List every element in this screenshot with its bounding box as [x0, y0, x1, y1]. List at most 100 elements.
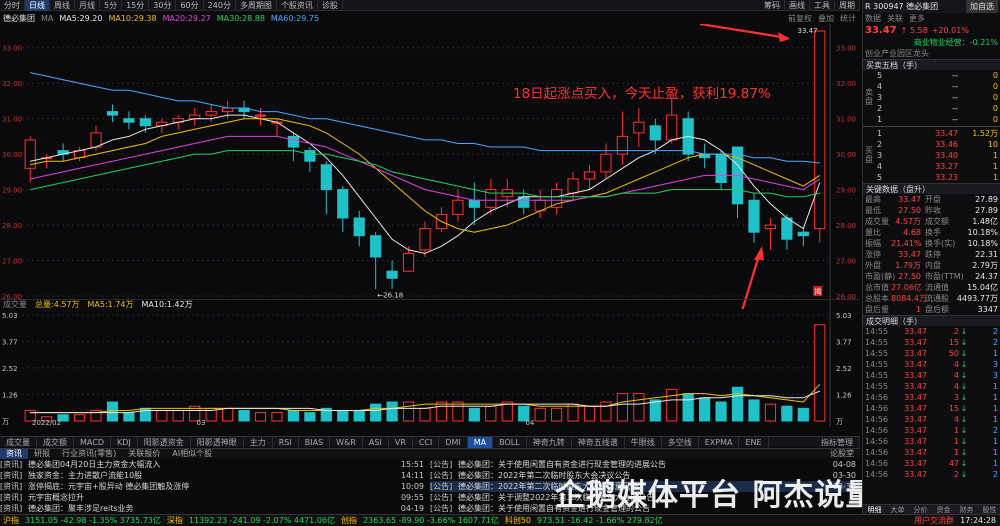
period-tab[interactable]: 周线: [50, 0, 75, 11]
quote-label: 盘后量: [865, 305, 889, 314]
toolbar-right-button[interactable]: 画线: [785, 0, 810, 11]
chart-option-button[interactable]: 统计: [840, 13, 856, 24]
buy-level: 2 33.46 10: [863, 139, 1000, 150]
level-num: 1: [877, 115, 883, 124]
more-button[interactable]: 更多: [909, 13, 925, 24]
period-tab[interactable]: 个股资讯: [277, 0, 318, 11]
level-volume: 1.52万: [972, 129, 998, 138]
detail-tab[interactable]: 明细: [863, 505, 886, 514]
period-tab[interactable]: 日线: [25, 0, 50, 11]
level-price: --: [952, 104, 958, 113]
candlestick-chart[interactable]: 33.00 33.00 32.00 32.00 31.00 31.00 30.00 30.00…: [0, 24, 860, 320]
indicator-tab[interactable]: ENE: [739, 436, 769, 448]
news-item[interactable]: [资讯] 德必集团04月20日主力资金大幅流入 15:51: [0, 459, 428, 470]
period-tab[interactable]: 诊股: [318, 0, 343, 11]
indicator-tab[interactable]: MACD: [74, 436, 111, 448]
period-tab[interactable]: 多周期图: [236, 0, 277, 11]
news-item[interactable]: [资讯] 涨停揭底：元宇宙+股异动 德必集团触及涨停 10:09: [0, 481, 428, 492]
period-tab[interactable]: 分时: [0, 0, 25, 11]
indicator-tab[interactable]: W&R: [330, 436, 363, 448]
quote-row: 盘后量 1 盘后额 3347: [863, 304, 1000, 315]
indicator-tab[interactable]: 牛眼线: [625, 436, 662, 448]
indicator-tab[interactable]: EXPMA: [699, 436, 740, 448]
indicator-tab[interactable]: BIAS: [299, 436, 331, 448]
period-tab[interactable]: 240分: [204, 0, 236, 11]
volume-bar: [534, 407, 546, 422]
stock-title: R 300947 德必集团: [865, 2, 939, 11]
detail-tab[interactable]: 分价: [909, 505, 932, 514]
period-tab[interactable]: 5分: [100, 0, 123, 11]
detail-tab[interactable]: 资金: [932, 505, 955, 514]
indicator-tab[interactable]: 阳影透资金: [138, 436, 191, 448]
index-value: 3151.05 -42.98 -1.35% 3735.73亿: [25, 515, 161, 525]
news-tab[interactable]: 关联报价: [122, 449, 166, 459]
news-tab[interactable]: 研报: [28, 449, 56, 459]
period-tab[interactable]: 60分: [176, 0, 204, 11]
indicator-manage-button[interactable]: 指标管理: [815, 436, 860, 448]
indicator-tab[interactable]: KDJ: [111, 436, 138, 448]
indicator-tab[interactable]: 主力: [244, 436, 273, 448]
toolbar-right-button[interactable]: 工具: [810, 0, 835, 11]
indicator-tab[interactable]: CCI: [413, 436, 440, 448]
period-tab[interactable]: 30分: [149, 0, 177, 11]
news-tab[interactable]: 行业资讯(零售): [56, 449, 122, 459]
volume-axis-right: 1.26: [836, 391, 852, 399]
news-tag: [资讯]: [0, 460, 23, 469]
axis-label-left: 28.00: [2, 222, 22, 230]
chart-option-button[interactable]: 前复权: [788, 13, 812, 24]
user-group-link[interactable]: 用户交流群: [914, 515, 954, 526]
period-tab[interactable]: 月线: [75, 0, 100, 11]
indicator-tab[interactable]: DMI: [439, 436, 468, 448]
volume-bar: [699, 397, 711, 422]
axis-label-left: 27.00: [2, 258, 22, 266]
tick-count: 1: [992, 459, 998, 468]
tick-price: 33.47: [904, 382, 927, 391]
ma-legend: 德必集团 MA MA5:29.20 MA10:29.38 MA20:29.27 MA30:…: [0, 12, 860, 24]
level-num: 3: [877, 151, 883, 160]
date-label: 2022/02: [32, 419, 61, 426]
add-watchlist-button[interactable]: 加自选: [966, 0, 998, 13]
indicator-tab[interactable]: 多空线: [662, 436, 699, 448]
period-tab[interactable]: 15分: [122, 0, 150, 11]
indicator-tab[interactable]: 神奇九转: [527, 436, 572, 448]
news-tag: [公告]: [430, 504, 453, 513]
axis-label-left: 29.00: [2, 187, 22, 195]
tick-price: 33.47: [904, 426, 927, 435]
toolbar-right-button[interactable]: 周期: [835, 0, 860, 11]
tick-row: 14:56 33.47 1 ↓ 1: [863, 436, 1000, 447]
tick-price: 33.47: [904, 327, 927, 336]
tick-time: 14:56: [865, 426, 889, 435]
indicator-tab[interactable]: 神奇五线谱: [572, 436, 625, 448]
volume-chart[interactable]: 5.03 5.03 3.77 3.77 2.52 2.52 1.26 1.26 万 万 2022/0…: [0, 309, 860, 426]
indicator-tab[interactable]: VR: [389, 436, 413, 448]
forum-button[interactable]: 论股堂: [824, 449, 860, 459]
quote-row: 成交量 4.57万 成交额 1.48亿: [863, 216, 1000, 227]
indicator-tab[interactable]: BOLL: [493, 436, 527, 448]
detail-tab[interactable]: 财务: [955, 505, 978, 514]
indicator-tab[interactable]: ASI: [363, 436, 389, 448]
indicator-tab[interactable]: 成交额: [37, 436, 74, 448]
ma-legend-item: MA10:29.38: [108, 13, 157, 23]
volume-bar: [781, 405, 793, 422]
news-item[interactable]: [资讯] 元宇宙概念拉升 09:55: [0, 492, 428, 503]
indicator-tab[interactable]: 阳影透神眼: [191, 436, 244, 448]
detail-tab[interactable]: 大单: [886, 505, 909, 514]
sell-level: 1 -- 0: [863, 114, 1000, 125]
index-status-bar: 沪指 3151.05 -42.98 -1.35% 3735.73亿 深指 11392.…: [0, 514, 1000, 525]
indicator-tab[interactable]: MA: [467, 436, 494, 448]
news-item[interactable]: [公告] 德必集团：关于使用闲置自有资金进行现金管理的进展公告 04-08: [430, 459, 860, 470]
sell-level: 4 -- 0: [863, 81, 1000, 92]
detail-tab[interactable]: 股性: [978, 505, 1000, 514]
indicator-tab[interactable]: RSI: [273, 436, 299, 448]
indicator-tab[interactable]: 成交量: [0, 436, 37, 448]
related-button[interactable]: 关联: [887, 13, 903, 24]
toolbar-right-button[interactable]: 筹码: [760, 0, 785, 11]
chart-option-button[interactable]: 叠加: [818, 13, 834, 24]
news-item[interactable]: [资讯] 德必集团：聚丰涉足reits业务 04-19: [0, 503, 428, 514]
tick-volume: 1: [953, 426, 959, 435]
news-item[interactable]: [资讯] 独家资金：主力进散户流能10股 14:11: [0, 470, 428, 481]
data-button[interactable]: 数据: [865, 13, 881, 24]
news-tab[interactable]: AI相似个股: [166, 449, 218, 459]
quote-label: 内盘: [925, 261, 941, 270]
news-tab[interactable]: 资讯: [0, 448, 28, 459]
